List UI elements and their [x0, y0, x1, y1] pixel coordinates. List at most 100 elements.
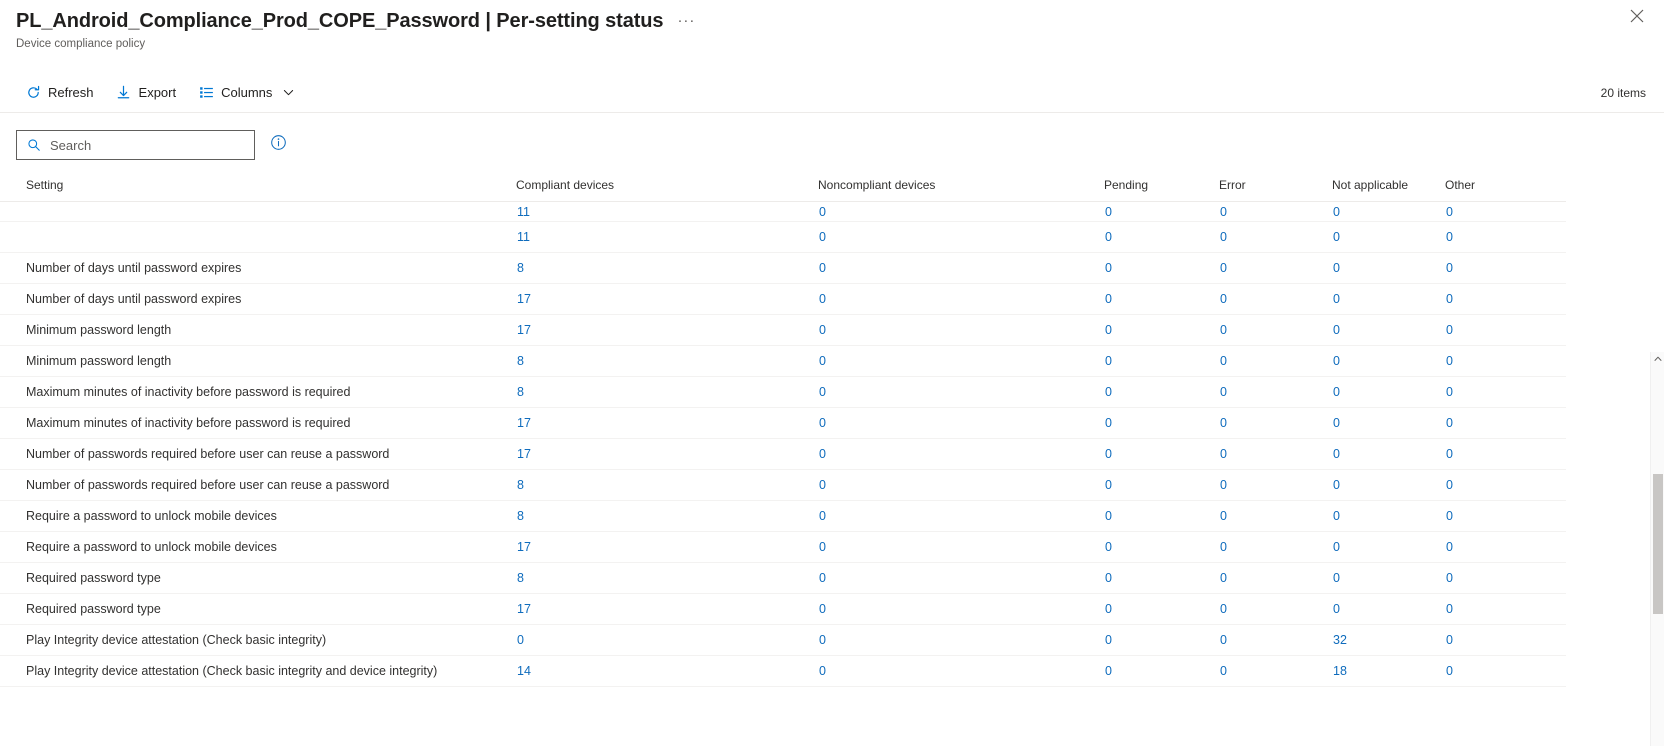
- link-other[interactable]: 0: [1446, 633, 1453, 647]
- column-header-not-applicable[interactable]: Not applicable: [1332, 178, 1445, 202]
- link-error[interactable]: 0: [1220, 602, 1227, 616]
- link-compliant-devices[interactable]: 8: [517, 478, 524, 492]
- link-not-applicable[interactable]: 0: [1333, 602, 1340, 616]
- link-other[interactable]: 0: [1446, 602, 1453, 616]
- link-pending[interactable]: 0: [1105, 385, 1112, 399]
- link-other[interactable]: 0: [1446, 664, 1453, 678]
- link-error[interactable]: 0: [1220, 478, 1227, 492]
- link-other[interactable]: 0: [1446, 571, 1453, 585]
- more-actions-ellipsis-button[interactable]: ···: [673, 13, 699, 28]
- scrollbar-thumb[interactable]: [1653, 474, 1663, 614]
- table-row[interactable]: Number of days until password expires 8 0 0…: [0, 252, 1566, 284]
- table-row[interactable]: Require a password to unlock mobile devi…: [0, 531, 1566, 563]
- link-compliant-devices[interactable]: 17: [517, 416, 531, 430]
- link-pending[interactable]: 0: [1105, 540, 1112, 554]
- column-header-compliant-devices[interactable]: Compliant devices: [516, 178, 818, 202]
- table-row[interactable]: Required password type 17 0 0 0 0 0: [0, 593, 1566, 625]
- link-error[interactable]: 0: [1220, 292, 1227, 306]
- link-compliant-devices[interactable]: 17: [517, 447, 531, 461]
- link-not-applicable[interactable]: 0: [1333, 354, 1340, 368]
- link-pending[interactable]: 0: [1105, 478, 1112, 492]
- link-not-applicable[interactable]: 0: [1333, 571, 1340, 585]
- link-not-applicable[interactable]: 0: [1333, 447, 1340, 461]
- link-not-applicable[interactable]: 0: [1333, 478, 1340, 492]
- link-compliant-devices[interactable]: 11: [517, 230, 530, 244]
- link-compliant-devices[interactable]: 17: [517, 540, 531, 554]
- link-other[interactable]: 0: [1446, 323, 1453, 337]
- link-error[interactable]: 0: [1220, 447, 1227, 461]
- link-other[interactable]: 0: [1446, 354, 1453, 368]
- link-noncompliant-devices[interactable]: 0: [819, 385, 826, 399]
- column-header-other[interactable]: Other: [1445, 178, 1566, 202]
- search-box[interactable]: [16, 130, 255, 160]
- link-compliant-devices[interactable]: 8: [517, 571, 524, 585]
- link-compliant-devices[interactable]: 0: [517, 633, 524, 647]
- search-input[interactable]: [42, 131, 254, 159]
- link-noncompliant-devices[interactable]: 0: [819, 354, 826, 368]
- link-not-applicable[interactable]: 0: [1333, 205, 1340, 219]
- link-error[interactable]: 0: [1220, 416, 1227, 430]
- link-error[interactable]: 0: [1220, 205, 1227, 219]
- link-other[interactable]: 0: [1446, 385, 1453, 399]
- link-error[interactable]: 0: [1220, 540, 1227, 554]
- link-pending[interactable]: 0: [1105, 230, 1112, 244]
- link-pending[interactable]: 0: [1105, 509, 1112, 523]
- link-error[interactable]: 0: [1220, 354, 1227, 368]
- link-pending[interactable]: 0: [1105, 416, 1112, 430]
- vertical-scrollbar[interactable]: [1650, 352, 1664, 746]
- link-not-applicable[interactable]: 0: [1333, 416, 1340, 430]
- link-pending[interactable]: 0: [1105, 447, 1112, 461]
- link-pending[interactable]: 0: [1105, 323, 1112, 337]
- link-not-applicable[interactable]: 0: [1333, 230, 1340, 244]
- link-other[interactable]: 0: [1446, 205, 1453, 219]
- link-pending[interactable]: 0: [1105, 205, 1112, 219]
- link-noncompliant-devices[interactable]: 0: [819, 323, 826, 337]
- link-not-applicable[interactable]: 0: [1333, 323, 1340, 337]
- link-noncompliant-devices[interactable]: 0: [819, 292, 826, 306]
- link-pending[interactable]: 0: [1105, 633, 1112, 647]
- link-compliant-devices[interactable]: 8: [517, 261, 524, 275]
- close-button[interactable]: [1626, 5, 1648, 27]
- link-pending[interactable]: 0: [1105, 292, 1112, 306]
- link-pending[interactable]: 0: [1105, 602, 1112, 616]
- link-noncompliant-devices[interactable]: 0: [819, 230, 826, 244]
- link-not-applicable[interactable]: 0: [1333, 509, 1340, 523]
- link-noncompliant-devices[interactable]: 0: [819, 540, 826, 554]
- table-row[interactable]: Minimum password length 17 0 0 0 0 0: [0, 314, 1566, 346]
- link-noncompliant-devices[interactable]: 0: [819, 447, 826, 461]
- link-noncompliant-devices[interactable]: 0: [819, 261, 826, 275]
- link-compliant-devices[interactable]: 14: [517, 664, 531, 678]
- link-noncompliant-devices[interactable]: 0: [819, 602, 826, 616]
- link-noncompliant-devices[interactable]: 0: [819, 509, 826, 523]
- table-row[interactable]: Number of days until password expires 17 0…: [0, 283, 1566, 315]
- link-compliant-devices[interactable]: 17: [517, 292, 531, 306]
- columns-button[interactable]: Columns: [189, 78, 303, 108]
- link-compliant-devices[interactable]: 17: [517, 602, 531, 616]
- column-header-setting[interactable]: Setting: [0, 178, 516, 202]
- link-pending[interactable]: 0: [1105, 354, 1112, 368]
- link-not-applicable[interactable]: 18: [1333, 664, 1347, 678]
- info-button[interactable]: [269, 135, 287, 154]
- link-noncompliant-devices[interactable]: 0: [819, 571, 826, 585]
- link-error[interactable]: 0: [1220, 509, 1227, 523]
- link-other[interactable]: 0: [1446, 447, 1453, 461]
- link-other[interactable]: 0: [1446, 261, 1453, 275]
- link-compliant-devices[interactable]: 11: [517, 205, 530, 219]
- column-header-error[interactable]: Error: [1219, 178, 1332, 202]
- table-row[interactable]: Number of passwords required before user…: [0, 469, 1566, 501]
- link-not-applicable[interactable]: 0: [1333, 292, 1340, 306]
- link-error[interactable]: 0: [1220, 230, 1227, 244]
- link-compliant-devices[interactable]: 8: [517, 385, 524, 399]
- export-button[interactable]: Export: [107, 78, 186, 108]
- link-not-applicable[interactable]: 32: [1333, 633, 1347, 647]
- link-error[interactable]: 0: [1220, 261, 1227, 275]
- link-noncompliant-devices[interactable]: 0: [819, 416, 826, 430]
- link-error[interactable]: 0: [1220, 323, 1227, 337]
- link-not-applicable[interactable]: 0: [1333, 261, 1340, 275]
- scroll-up-arrow-icon[interactable]: [1651, 352, 1664, 366]
- link-error[interactable]: 0: [1220, 633, 1227, 647]
- table-row[interactable]: Require a password to unlock mobile devi…: [0, 500, 1566, 532]
- table-row[interactable]: Play Integrity device attestation (Check…: [0, 624, 1566, 656]
- link-compliant-devices[interactable]: 17: [517, 323, 531, 337]
- column-header-pending[interactable]: Pending: [1104, 178, 1219, 202]
